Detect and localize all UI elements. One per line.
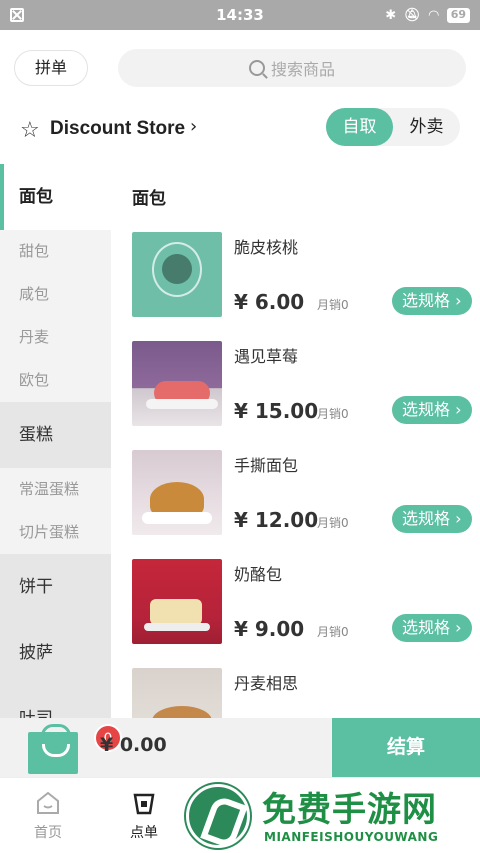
category-sidebar[interactable]: 面包甜包咸包丹麦欧包蛋糕常温蛋糕切片蛋糕饼干披萨吐司 xyxy=(0,164,111,718)
select-spec-label: 选规格 xyxy=(402,509,451,528)
status-icons: ✱ 🔕︎ ◠ 69 xyxy=(385,7,470,23)
sidebar-item-2[interactable]: 咸包 xyxy=(0,273,111,316)
sidebar-item-6[interactable]: 常温蛋糕 xyxy=(0,468,111,511)
product-image[interactable] xyxy=(132,232,222,317)
chevron-right-icon: › xyxy=(450,618,462,637)
tab-home-label: 首页 xyxy=(34,825,62,841)
watermark: 免费手游网 MIANFEISHOUYOUWANG xyxy=(182,782,480,853)
top-bar: 拼单 搜索商品 xyxy=(0,30,480,108)
status-time: 14:33 xyxy=(216,6,264,24)
product-name: 脆皮核桃 xyxy=(234,238,299,257)
mute-bell-icon: 🔕︎ xyxy=(404,7,421,23)
chevron-right-icon: › xyxy=(450,400,462,419)
sidebar-item-9[interactable]: 披萨 xyxy=(0,620,111,686)
chevron-right-icon: › xyxy=(450,291,462,310)
status-bar: 14:33 ✱ 🔕︎ ◠ 69 xyxy=(0,0,480,30)
close-notification-icon xyxy=(10,8,24,22)
select-spec-label: 选规格 xyxy=(402,618,451,637)
sidebar-item-1[interactable]: 甜包 xyxy=(0,230,111,273)
product-name: 遇见草莓 xyxy=(234,347,299,366)
sidebar-item-3[interactable]: 丹麦 xyxy=(0,316,111,359)
sidebar-item-0[interactable]: 面包 xyxy=(0,164,111,230)
tab-home[interactable]: 首页 xyxy=(13,790,83,842)
product-price: ¥ 15.00 xyxy=(234,399,319,423)
product-item[interactable]: 遇见草莓 ¥ 15.00 月销0 选规格 › xyxy=(132,341,472,427)
watermark-subtitle: MIANFEISHOUYOUWANG xyxy=(264,830,439,844)
sidebar-item-5[interactable]: 蛋糕 xyxy=(0,402,111,468)
bluetooth-icon: ✱ xyxy=(385,7,397,23)
select-spec-label: 选规格 xyxy=(402,400,451,419)
shopping-bag-icon[interactable]: 0 xyxy=(28,724,122,774)
product-image[interactable] xyxy=(132,341,222,426)
chevron-right-icon[interactable]: › xyxy=(190,116,197,137)
product-list[interactable]: 面包 脆皮核桃 ¥ 6.00 月销0 选规格 › 遇见草莓 ¥ 15.00 月销0 选规格 ›… xyxy=(111,164,480,718)
product-name: 奶酪包 xyxy=(234,565,283,584)
store-name[interactable]: Discount Store xyxy=(50,118,185,140)
select-spec-button[interactable]: 选规格 › xyxy=(392,287,472,315)
store-bar: ☆ Discount Store › 自取 外卖 xyxy=(0,108,480,165)
watermark-title: 免费手游网 xyxy=(262,790,437,830)
select-spec-button[interactable]: 选规格 › xyxy=(392,505,472,533)
menu-content: 面包甜包咸包丹麦欧包蛋糕常温蛋糕切片蛋糕饼干披萨吐司 面包 脆皮核桃¥ 6.00… xyxy=(0,164,480,718)
home-icon xyxy=(37,791,59,814)
product-item[interactable]: 脆皮核桃 ¥ 6.00 月销0 选规格 › xyxy=(132,232,472,318)
product-name: 手撕面包 xyxy=(234,456,299,475)
product-price: ¥ 9.00 xyxy=(234,617,305,641)
watermark-logo-icon xyxy=(186,784,250,848)
product-image[interactable] xyxy=(132,559,222,644)
product-item[interactable]: 手撕面包 ¥ 12.00 月销0 选规格 › xyxy=(132,450,472,536)
product-sales: 月销0 xyxy=(317,516,349,530)
cart-bar: 0 ¥ 0.00 结算 xyxy=(0,718,480,777)
product-item[interactable]: 奶酪包 ¥ 9.00 月销0 选规格 › xyxy=(132,559,472,645)
sidebar-item-7[interactable]: 切片蛋糕 xyxy=(0,511,111,554)
tab-order[interactable]: 点单 xyxy=(109,790,179,842)
product-price: ¥ 6.00 xyxy=(234,290,305,314)
mode-delivery[interactable]: 外卖 xyxy=(393,108,460,146)
product-image[interactable] xyxy=(132,450,222,535)
tab-order-label: 点单 xyxy=(130,825,158,841)
cart-total: ¥ 0.00 xyxy=(100,734,167,756)
select-spec-label: 选规格 xyxy=(402,291,451,310)
select-spec-button[interactable]: 选规格 › xyxy=(392,614,472,642)
chevron-right-icon: › xyxy=(450,509,462,528)
sidebar-item-4[interactable]: 欧包 xyxy=(0,359,111,402)
select-spec-button[interactable]: 选规格 › xyxy=(392,396,472,424)
search-placeholder: 搜索商品 xyxy=(270,60,335,79)
search-icon xyxy=(248,60,265,76)
sidebar-item-10[interactable]: 吐司 xyxy=(0,686,111,718)
product-price: ¥ 12.00 xyxy=(234,508,319,532)
search-input[interactable]: 搜索商品 xyxy=(118,49,466,87)
section-title: 面包 xyxy=(132,189,166,209)
product-sales: 月销0 xyxy=(317,625,349,639)
product-image[interactable] xyxy=(132,668,222,718)
wifi-icon: ◠ xyxy=(428,7,439,23)
group-order-button[interactable]: 拼单 xyxy=(14,50,88,86)
sidebar-item-8[interactable]: 饼干 xyxy=(0,554,111,620)
product-sales: 月销0 xyxy=(317,407,349,421)
star-icon[interactable]: ☆ xyxy=(20,118,40,143)
product-name: 丹麦相思 xyxy=(234,674,299,693)
product-sales: 月销0 xyxy=(317,298,349,312)
cup-icon xyxy=(133,793,155,815)
order-mode-toggle: 自取 外卖 xyxy=(326,108,460,146)
checkout-button[interactable]: 结算 xyxy=(332,718,480,777)
product-item[interactable]: 丹麦相思 xyxy=(132,668,472,718)
mode-pickup[interactable]: 自取 xyxy=(326,108,393,146)
battery-icon: 69 xyxy=(446,7,470,23)
